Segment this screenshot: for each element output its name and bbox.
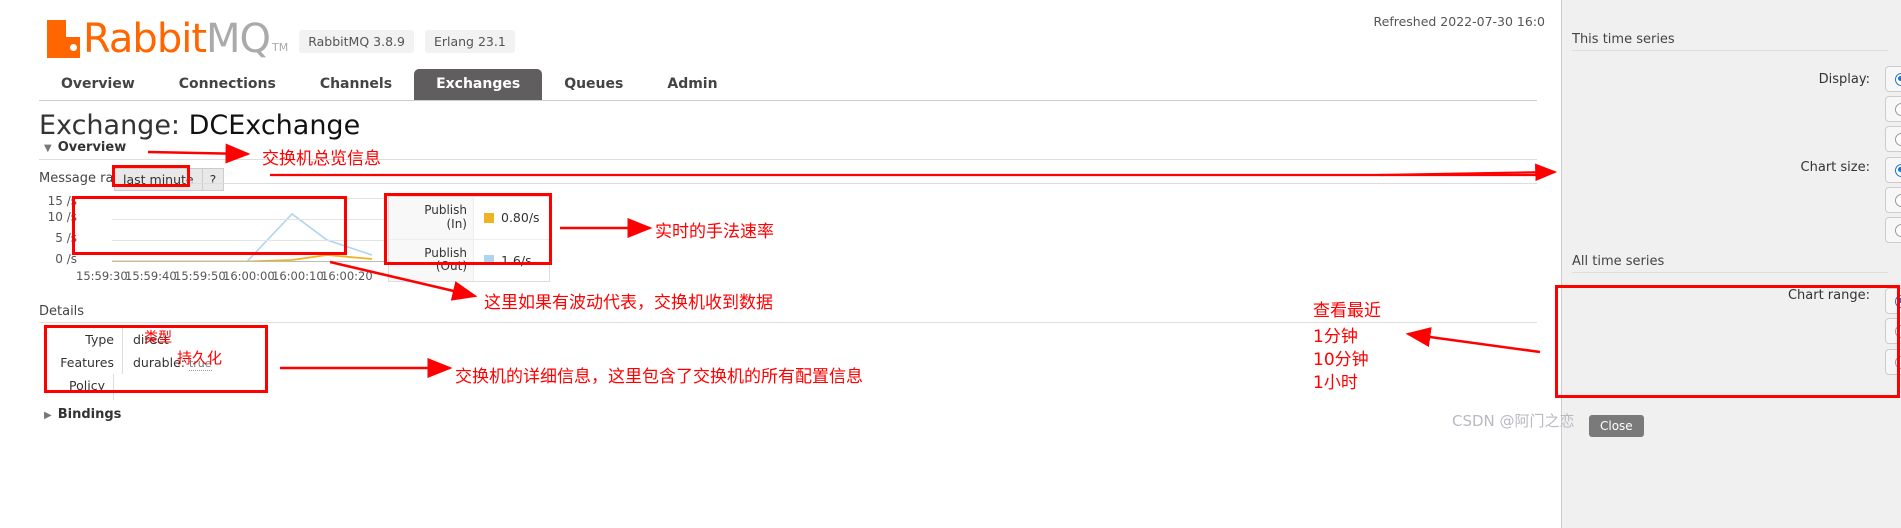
details-label: Details (39, 304, 85, 319)
arrow-rates-head (1379, 163, 1558, 182)
nav-item-connections[interactable]: Connections (157, 69, 298, 100)
rabbitmq-logo-icon (47, 20, 80, 58)
y-axis-tick-0: 0 /s (55, 252, 77, 266)
this-time-series-divider (1572, 50, 1888, 51)
annotation-box-chart (72, 196, 347, 255)
version-badge: RabbitMQ 3.8.9 (299, 30, 414, 53)
annotation-box-range (1555, 285, 1900, 398)
page-title-prefix: Exchange: (39, 110, 189, 141)
x-axis-tick-1: 15:59:40 (125, 269, 177, 283)
size-option-medium[interactable]: Medium (1885, 187, 1901, 213)
annotation-box-legend (384, 193, 552, 265)
y-axis-tick-10: 10 /s (47, 210, 77, 224)
annotation-durable-text: 持久化 (177, 349, 223, 367)
message-rates-divider (190, 183, 1537, 184)
annotation-fluctuation-text: 这里如果有波动代表，交换机收到数据 (484, 293, 773, 313)
annotation-1min-text: 1分钟 (1313, 327, 1358, 347)
size-option-small[interactable]: Small (1885, 157, 1901, 183)
radio-medium-icon (1895, 193, 1901, 207)
nav-item-admin[interactable]: Admin (645, 69, 739, 100)
this-time-series-title: This time series (1572, 32, 1675, 47)
radio-chart-icon (1895, 72, 1901, 86)
display-option-current-value[interactable]: Current value (1885, 96, 1901, 122)
radio-current-value-icon (1895, 102, 1901, 116)
x-axis-tick-4: 16:00:10 (272, 269, 324, 283)
rabbitmq-management-page: Rabbit MQ TM RabbitMQ 3.8.9 Erlang 23.1 R… (0, 0, 1901, 528)
radio-large-icon (1895, 223, 1901, 237)
x-axis-tick-2: 15:59:50 (174, 269, 226, 283)
gridline-0 (112, 261, 386, 262)
nav-item-overview[interactable]: Overview (39, 69, 157, 100)
chart-size-label: Chart size: (1800, 160, 1870, 175)
all-time-series-title: All time series (1572, 254, 1665, 269)
annotation-1hour-text: 1小时 (1313, 373, 1358, 393)
all-time-series-divider (1572, 272, 1888, 273)
period-help-button[interactable]: ? (202, 168, 225, 191)
nav-item-queues[interactable]: Queues (542, 69, 645, 100)
nav-item-exchanges[interactable]: Exchanges (414, 69, 543, 100)
y-axis-tick-5: 5 /s (55, 231, 77, 245)
logo-text-rabbit: Rabbit (83, 16, 207, 62)
annotation-10min-text: 10分钟 (1313, 350, 1369, 370)
x-axis-tick-0: 15:59:30 (76, 269, 128, 283)
page-title-exchange-name: DCExchange (188, 110, 361, 141)
annotation-details-text: 交换机的详细信息，这里包含了交换机的所有配置信息 (455, 367, 863, 387)
x-axis-tick-3: 16:00:00 (223, 269, 275, 283)
chevron-right-icon: ▶ (44, 410, 52, 421)
annotation-overview-text: 交换机总览信息 (262, 149, 381, 169)
display-option-moving-average[interactable]: Moving average (1885, 126, 1901, 152)
overview-section-label: Overview (57, 140, 127, 155)
nav-divider (39, 100, 1537, 101)
x-axis-tick-5: 16:00:20 (321, 269, 373, 283)
radio-moving-average-icon (1895, 132, 1901, 146)
close-button[interactable]: Close (1589, 415, 1644, 437)
y-axis-tick-15: 15 /s (47, 194, 77, 208)
bindings-section-label: Bindings (57, 407, 122, 422)
overview-section-header[interactable]: ▼ Overview (44, 140, 126, 155)
nav-item-channels[interactable]: Channels (298, 69, 414, 100)
arrow-chart-range (1405, 327, 1541, 354)
refreshed-timestamp: Refreshed 2022-07-30 16:0 (1373, 14, 1546, 29)
display-label: Display: (1818, 72, 1870, 87)
size-option-large[interactable]: Large (1885, 217, 1901, 243)
rabbitmq-logo[interactable]: Rabbit MQ TM RabbitMQ 3.8.9 Erlang 23.1 (47, 16, 515, 62)
page-title: Exchange: DCExchange (39, 110, 360, 141)
radio-small-icon (1895, 163, 1901, 177)
main-nav: Overview Connections Channels Exchanges … (39, 69, 1539, 100)
annotation-type-text: 类型 (144, 330, 172, 346)
logo-text-mq: MQ (206, 16, 271, 62)
watermark: CSDN @阿门之恋 (1452, 412, 1575, 430)
annotation-rates-text: 实时的手法速率 (655, 222, 774, 242)
annotation-view-recent-text: 查看最近 (1313, 301, 1381, 321)
bindings-section-header[interactable]: ▶ Bindings (44, 407, 121, 422)
arrow-overview (147, 143, 251, 164)
chevron-down-icon: ▼ (44, 143, 52, 154)
annotation-box-period (112, 165, 190, 187)
logo-trademark: TM (272, 41, 289, 54)
erlang-badge: Erlang 23.1 (424, 30, 515, 53)
display-option-chart[interactable]: Chart (1885, 66, 1901, 92)
